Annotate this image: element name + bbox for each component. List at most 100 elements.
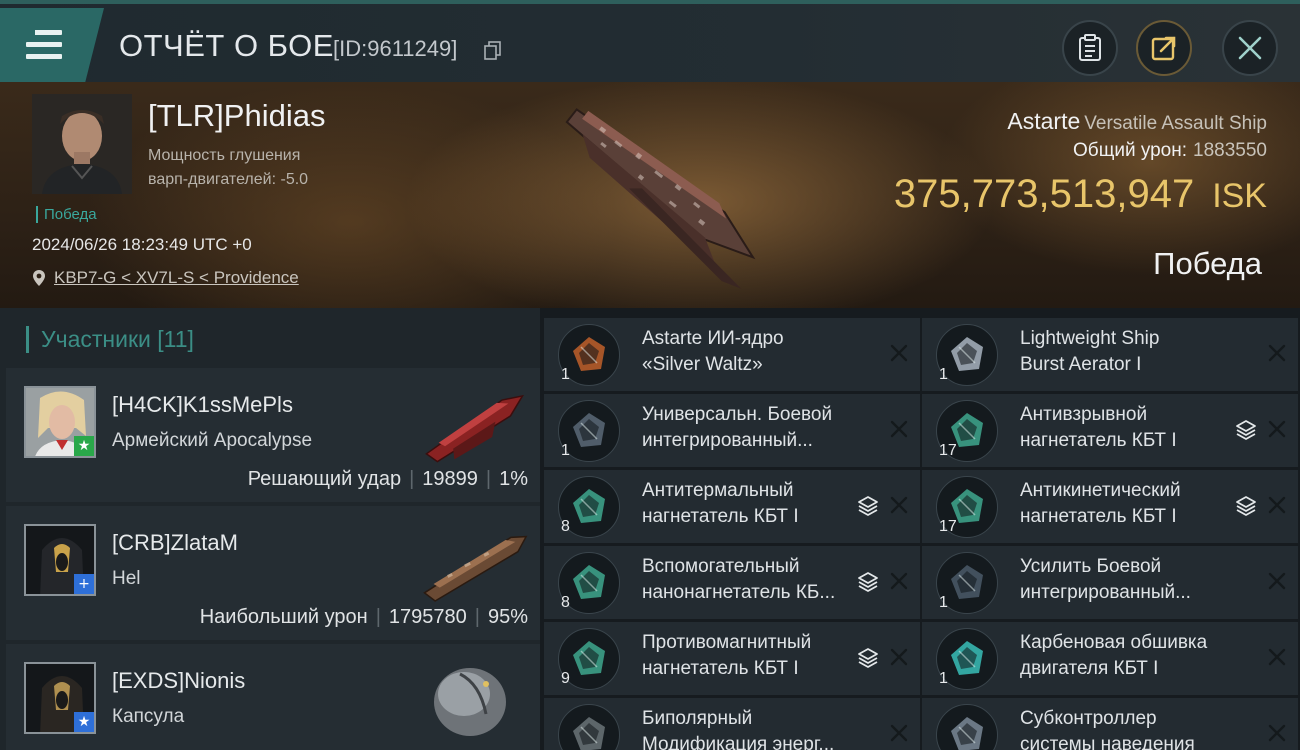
copy-icon[interactable] — [484, 41, 502, 61]
kill-location[interactable]: KBP7-G < XV7L-S < Providence — [32, 268, 299, 288]
layers-icon[interactable] — [856, 646, 880, 670]
module-quantity: 1 — [561, 366, 570, 383]
destroyed-icon — [1268, 496, 1286, 514]
module-tile[interactable]: Биполярный Модификация энерг... — [544, 698, 920, 750]
module-quantity: 17 — [939, 442, 957, 459]
destroyed-icon — [890, 344, 908, 362]
module-name-line-1: Усилить Боевой — [1020, 556, 1162, 577]
location-pin-icon — [33, 270, 45, 286]
module-name: Антикинетический нагнетатель КБТ I — [1020, 478, 1240, 530]
module-quantity: 17 — [939, 518, 957, 535]
module-tile[interactable]: 1 Универсальн. Боевой интегрированный... — [544, 394, 920, 467]
participant-card[interactable]: ★ [H4CK]K1ssMePls Армейский Apocalypse Р… — [6, 368, 540, 502]
module-name: Антитермальный нагнетатель КБТ I — [642, 478, 862, 530]
module-tile[interactable]: 17 Антикинетический нагнетатель КБТ I — [922, 470, 1298, 543]
share-icon — [1151, 36, 1176, 61]
menu-button[interactable] — [0, 8, 104, 82]
plus-icon: + — [74, 574, 94, 594]
destroyed-icon — [1268, 572, 1286, 590]
top-bar: ОТЧЁТ О БОЕ [ID:9611249] — [0, 0, 1300, 82]
module-name: Вспомогательный нанонагнетатель КБ... — [642, 554, 862, 606]
module-tile[interactable]: 8 Антитермальный нагнетатель КБТ I — [544, 470, 920, 543]
participant-name: [H4CK]K1ssMePls — [112, 392, 293, 417]
layers-icon[interactable] — [856, 494, 880, 518]
attribute-line-1: Мощность глушения — [148, 147, 301, 164]
location-text: KBP7-G < XV7L-S < Providence — [54, 268, 299, 287]
module-name-line-2: двигателя КБТ I — [1020, 658, 1159, 679]
module-name: Lightweight Ship Burst Aerator I — [1020, 326, 1240, 378]
clipboard-button[interactable] — [1062, 20, 1118, 76]
total-damage: Общий урон: 1883550 — [1073, 140, 1267, 162]
module-tile[interactable]: 17 Антивзрывной нагнетатель КБТ I — [922, 394, 1298, 467]
module-tile[interactable]: Субконтроллер системы наведения — [922, 698, 1298, 750]
participant-card[interactable]: + [CRB]ZlataM Hel Наибольший урон | 179578… — [6, 506, 540, 640]
module-name-line-2: нагнетатель КБТ I — [642, 658, 799, 679]
module-name-line-1: Astarte ИИ-ядро — [642, 328, 784, 349]
isk-value: 375,773,513,947 ISK — [894, 172, 1267, 217]
module-name: Антивзрывной нагнетатель КБТ I — [1020, 402, 1240, 454]
victim-portrait[interactable] — [32, 94, 132, 194]
module-quantity: 1 — [939, 594, 948, 611]
isk-amount: 375,773,513,947 — [893, 172, 1195, 216]
module-name-line-2: Модификация энерг... — [642, 734, 835, 750]
total-damage-value: 1883550 — [1193, 140, 1267, 161]
module-name: Усилить Боевой интегрированный... — [1020, 554, 1240, 606]
participant-ship-image — [425, 394, 525, 463]
fitted-modules-panel: 1 Astarte ИИ-ядро «Silver Waltz» 1 Lightweig… — [540, 308, 1300, 750]
module-tile[interactable]: 9 Противомагнитный нагнетатель КБТ I — [544, 622, 920, 695]
participant-role: Наибольший урон — [199, 606, 368, 628]
module-name: Карбеновая обшивка двигателя КБТ I — [1020, 630, 1240, 682]
clipboard-icon — [1079, 34, 1101, 61]
participants-title: Участники [11] — [26, 326, 194, 353]
participant-portrait: + — [24, 524, 96, 596]
participant-name: [CRB]ZlataM — [112, 530, 238, 555]
layers-icon[interactable] — [1234, 494, 1258, 518]
participant-damage: 19899 — [422, 468, 478, 490]
module-quantity: 8 — [561, 594, 570, 611]
destroyed-icon — [890, 648, 908, 666]
module-tile[interactable]: 1 Astarte ИИ-ядро «Silver Waltz» — [544, 318, 920, 391]
ship-class: Versatile Assault Ship — [1084, 113, 1267, 134]
module-quantity: 9 — [561, 670, 570, 687]
participant-role: Решающий удар — [247, 468, 402, 490]
module-tile[interactable]: 1 Lightweight Ship Burst Aerator I — [922, 318, 1298, 391]
module-name-line-2: интегрированный... — [1020, 582, 1191, 603]
module-name: Биполярный Модификация энерг... — [642, 706, 862, 750]
module-tile[interactable]: 1 Карбеновая обшивка двигателя КБТ I — [922, 622, 1298, 695]
participant-card[interactable]: ★ [EXDS]Nionis Капсула — [6, 644, 540, 750]
close-button[interactable] — [1222, 20, 1278, 76]
report-id: [ID:9611249] — [333, 36, 458, 61]
participant-stats: Наибольший урон | 1795780 | 95% — [199, 606, 528, 628]
victim-attribute: Мощность глушения варп-двигателей: -5.0 — [148, 144, 308, 192]
victim-name[interactable]: [TLR]Phidias — [148, 98, 325, 134]
victim-panel: [TLR]Phidias Мощность глушения варп-двиг… — [0, 82, 1300, 308]
module-name-line-2: «Silver Waltz» — [642, 354, 763, 375]
module-name-line-2: нагнетатель КБТ I — [642, 506, 799, 527]
module-name-line-1: Антивзрывной — [1020, 404, 1148, 425]
module-name-line-2: системы наведения — [1020, 734, 1195, 750]
module-tile[interactable]: 8 Вспомогательный нанонагнетатель КБ... — [544, 546, 920, 619]
victim-ship[interactable]: Astarte Versatile Assault Ship — [1007, 108, 1267, 135]
module-quantity: 1 — [561, 442, 570, 459]
participant-ship-image — [434, 668, 506, 736]
module-name-line-1: Вспомогательный — [642, 556, 800, 577]
victim-ship-image — [565, 108, 756, 289]
participant-portrait: ★ — [24, 386, 96, 458]
layers-icon[interactable] — [856, 570, 880, 594]
module-name: Противомагнитный нагнетатель КБТ I — [642, 630, 862, 682]
ship-name: Astarte — [1007, 108, 1081, 134]
page-title: ОТЧЁТ О БОЕ — [119, 28, 334, 63]
module-tile[interactable]: 1 Усилить Боевой интегрированный... — [922, 546, 1298, 619]
module-name-line-2: интегрированный... — [642, 430, 813, 451]
kill-datetime: 2024/06/26 18:23:49 UTC +0 — [32, 235, 252, 254]
battle-result: Победа — [1153, 246, 1262, 281]
participant-ship: Армейский Apocalypse — [112, 430, 313, 451]
layers-icon[interactable] — [1234, 418, 1258, 442]
destroyed-icon — [1268, 344, 1286, 362]
share-button[interactable] — [1136, 20, 1192, 76]
destroyed-icon — [890, 724, 908, 742]
module-name: Astarte ИИ-ядро «Silver Waltz» — [642, 326, 862, 378]
total-damage-label: Общий урон: — [1073, 140, 1188, 161]
isk-unit: ISK — [1212, 177, 1267, 215]
result-tag: Победа — [36, 206, 97, 223]
